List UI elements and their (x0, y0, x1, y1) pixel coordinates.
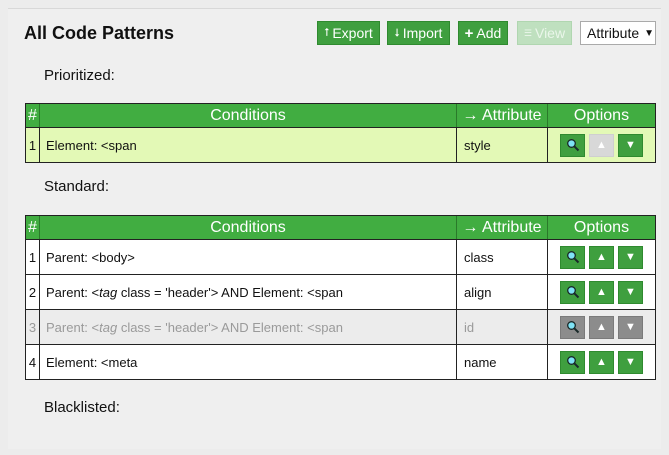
triangle-down-icon: ▼ (625, 321, 636, 333)
magnifier-icon (566, 320, 580, 334)
row-num: 1 (28, 249, 37, 265)
search-button[interactable] (560, 245, 585, 269)
condition-text: Element: <span (46, 137, 137, 153)
standard-table: # Conditions → Attribute Options 1 Paren… (25, 215, 656, 380)
table-header-row: # Conditions → Attribute Options (26, 104, 655, 127)
triangle-up-icon: ▲ (596, 286, 607, 298)
page-title: All Code Patterns (24, 23, 175, 43)
move-down-button[interactable]: ▼ (618, 133, 643, 157)
col-options-header: Options (547, 104, 655, 127)
row-condition: Element: <meta (39, 345, 456, 379)
export-label: Export (332, 25, 373, 41)
row-options: ▲ ▼ (547, 240, 655, 274)
triangle-down-icon: ▼ (625, 139, 636, 151)
magnifier-icon (566, 355, 580, 369)
condition-text-suffix: class = 'header'> AND Element: <span (117, 284, 343, 300)
move-down-button[interactable]: ▼ (618, 315, 643, 339)
import-arrow-icon: ⭣ (394, 26, 400, 39)
row-attribute: class (456, 240, 547, 274)
view-button[interactable]: ☰ View (517, 21, 572, 45)
search-button[interactable] (560, 133, 585, 157)
row-condition: Element: <span (39, 128, 456, 162)
triangle-up-icon: ▲ (596, 251, 607, 263)
col-conditions-header: Conditions (39, 104, 456, 127)
mode-select[interactable]: Attribute ▼ (580, 21, 656, 45)
col-options-header: Options (547, 216, 655, 239)
add-button[interactable]: + Add (458, 21, 508, 45)
magnifier-icon (566, 285, 580, 299)
condition-text: Element: <meta (46, 354, 138, 370)
magnifier-icon (566, 250, 580, 264)
row-options: ▲ ▼ (547, 275, 655, 309)
chevron-down-icon: ▼ (644, 27, 655, 39)
condition-tag: tag (99, 319, 118, 335)
col-num-header: # (28, 218, 37, 236)
view-label: View (534, 25, 566, 41)
triangle-down-icon: ▼ (625, 251, 636, 263)
condition-text: Parent: <body> (46, 249, 135, 265)
move-up-button[interactable]: ▲ (589, 350, 614, 374)
export-arrow-icon: ⭡ (324, 26, 330, 39)
move-down-button[interactable]: ▼ (618, 280, 643, 304)
row-options: ▲ ▼ (547, 345, 655, 379)
row-condition: Parent: < tag class = 'header'> AND Eleme… (39, 310, 456, 344)
col-attribute-header: → Attribute (456, 104, 547, 127)
row-num: 2 (28, 284, 37, 300)
move-down-button[interactable]: ▼ (618, 350, 643, 374)
prioritized-table: # Conditions → Attribute Options 1 Eleme… (25, 103, 656, 163)
condition-text-prefix: Parent: < (46, 319, 100, 335)
row-attribute: align (456, 275, 547, 309)
add-label: Add (476, 25, 502, 41)
section-standard-label: Standard: (44, 178, 110, 195)
move-up-button[interactable]: ▲ (589, 133, 614, 157)
move-up-button[interactable]: ▲ (589, 315, 614, 339)
import-label: Import (402, 25, 443, 41)
search-button[interactable] (560, 350, 585, 374)
row-num: 3 (28, 319, 37, 335)
export-button[interactable]: ⭡ Export (317, 21, 380, 45)
row-condition: Parent: < tag class = 'header'> AND Eleme… (39, 275, 456, 309)
condition-text-suffix: class = 'header'> AND Element: <span (117, 319, 343, 335)
triangle-up-icon: ▲ (596, 321, 607, 333)
table-row[interactable]: 4 Element: <meta name ▲ ▼ (26, 344, 655, 379)
row-num: 4 (28, 354, 37, 370)
move-up-button[interactable]: ▲ (589, 280, 614, 304)
search-button[interactable] (560, 280, 585, 304)
triangle-up-icon: ▲ (596, 356, 607, 368)
row-attribute: id (456, 310, 547, 344)
col-num-header: # (28, 106, 37, 124)
row-attribute: name (456, 345, 547, 379)
move-down-button[interactable]: ▼ (618, 245, 643, 269)
table-header-row: # Conditions → Attribute Options (26, 216, 655, 239)
triangle-up-icon: ▲ (596, 139, 607, 151)
col-conditions-header: Conditions (39, 216, 456, 239)
import-button[interactable]: ⭣ Import (387, 21, 450, 45)
triangle-down-icon: ▼ (625, 286, 636, 298)
list-icon: ☰ (523, 27, 532, 38)
col-attribute-header: → Attribute (456, 216, 547, 239)
table-row[interactable]: 1 Parent: <body> class ▲ ▼ (26, 239, 655, 274)
row-attribute: style (456, 128, 547, 162)
table-row-disabled[interactable]: 3 Parent: < tag class = 'header'> AND Ele… (26, 309, 655, 344)
table-row[interactable]: 2 Parent: < tag class = 'header'> AND Ele… (26, 274, 655, 309)
plus-icon: + (464, 24, 474, 42)
row-options: ▲ ▼ (547, 310, 655, 344)
mode-select-value: Attribute (587, 25, 640, 41)
table-row[interactable]: 1 Element: <span style ▲ ▼ (26, 127, 655, 162)
condition-tag: tag (99, 284, 118, 300)
move-up-button[interactable]: ▲ (589, 245, 614, 269)
row-num: 1 (28, 137, 37, 153)
section-blacklisted-label: Blacklisted: (44, 399, 120, 416)
triangle-down-icon: ▼ (625, 356, 636, 368)
row-condition: Parent: <body> (39, 240, 456, 274)
condition-text-prefix: Parent: < (46, 284, 100, 300)
magnifier-icon (566, 138, 580, 152)
code-patterns-panel: All Code Patterns ⭡ Export ⭣ Import + Ad… (8, 8, 661, 449)
search-button[interactable] (560, 315, 585, 339)
row-options: ▲ ▼ (547, 128, 655, 162)
section-prioritized-label: Prioritized: (44, 67, 115, 84)
header: All Code Patterns ⭡ Export ⭣ Import + Ad… (8, 9, 661, 55)
